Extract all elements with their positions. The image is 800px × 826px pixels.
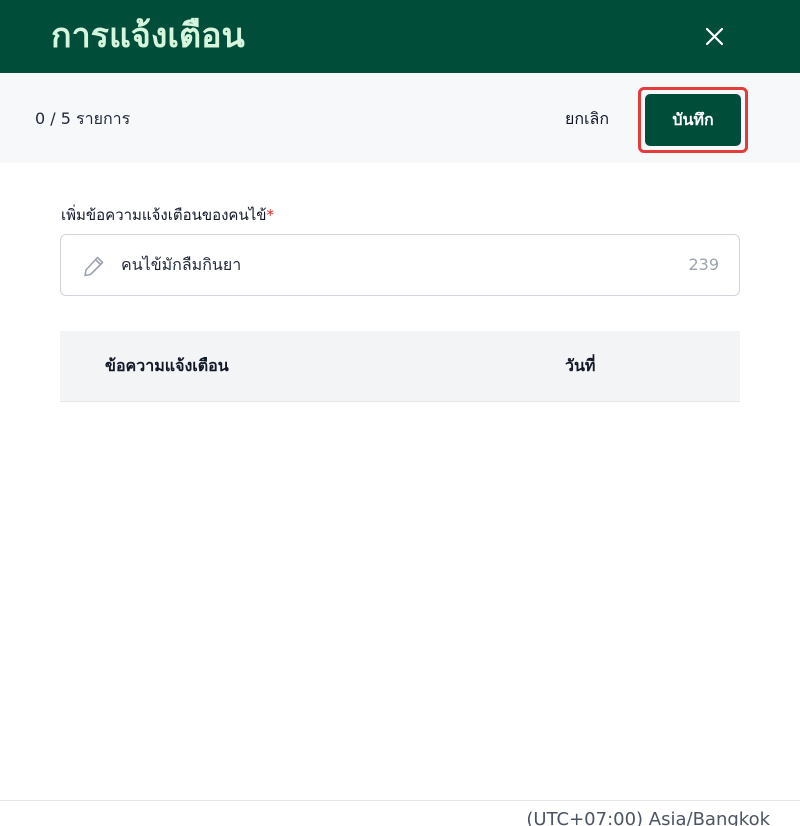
pencil-icon [84,256,104,277]
character-counter: 239 [688,255,719,274]
action-toolbar: 0 / 5 รายการ ยกเลิก บันทึก [0,73,800,163]
column-header-date: วันที่ [565,356,596,375]
save-button[interactable]: บันทึก [645,94,741,146]
alert-message-value: คนไข้มักลืมกินยา [121,255,242,274]
alerts-table-header: ข้อความแจ้งเตือน วันที่ [60,331,740,402]
item-count: 0 / 5 รายการ [35,109,131,128]
cancel-button[interactable]: ยกเลิก [552,100,622,138]
column-header-message: ข้อความแจ้งเตือน [105,356,229,375]
modal-header: การแจ้งเตือน [0,0,800,73]
alert-message-input[interactable]: คนไข้มักลืมกินยา 239 [60,234,740,296]
alert-message-label-text: เพิ่มข้อความแจ้งเตือนของคนไข้ [61,206,267,224]
close-icon [705,27,724,46]
close-button[interactable] [700,22,730,52]
modal-title: การแจ้งเตือน [51,16,245,56]
footer: (UTC+07:00) Asia/Bangkok [0,800,800,826]
timezone-label: (UTC+07:00) Asia/Bangkok [526,809,770,826]
required-marker: * [266,206,275,224]
alert-message-label: เพิ่มข้อความแจ้งเตือนของคนไข้* [61,204,274,226]
